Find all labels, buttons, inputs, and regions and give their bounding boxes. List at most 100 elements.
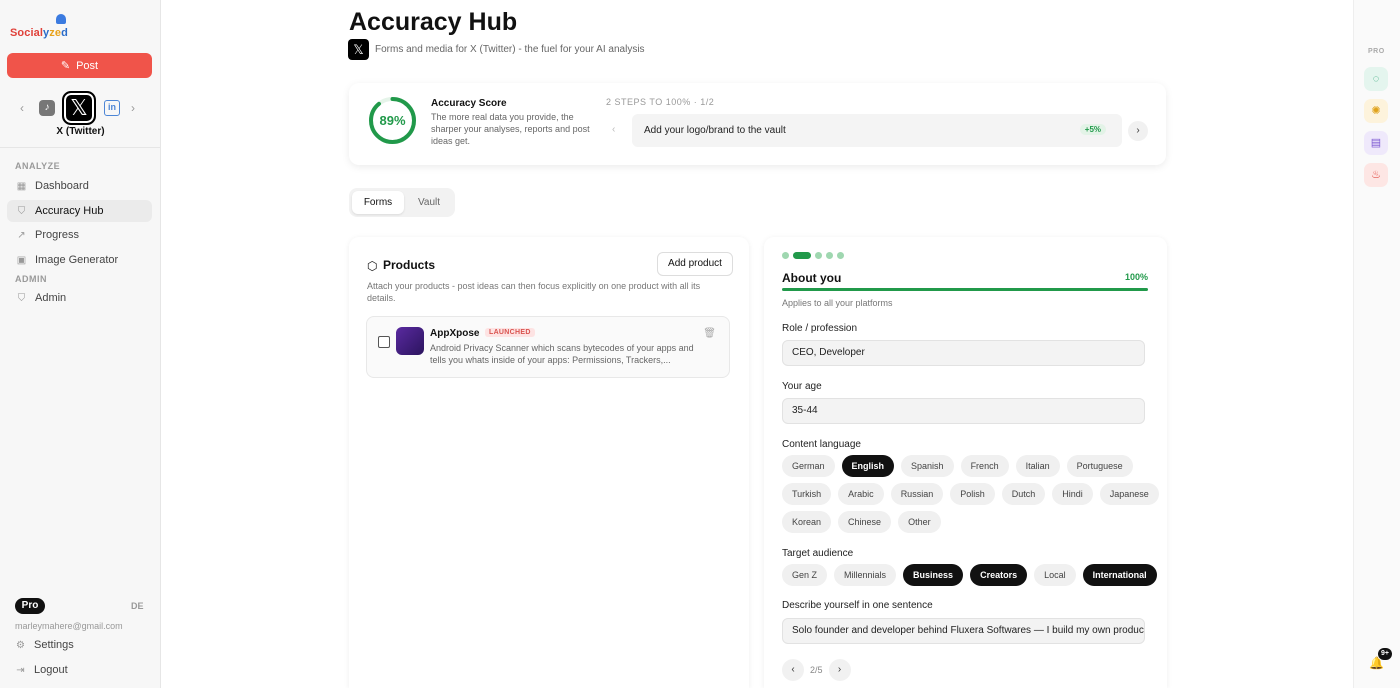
box-icon: ⬡ bbox=[367, 259, 378, 273]
step-dot[interactable] bbox=[782, 252, 789, 259]
role-label: Role / profession bbox=[782, 323, 858, 334]
settings-link[interactable]: ⚙ Settings bbox=[15, 639, 74, 651]
language-chip[interactable]: English bbox=[841, 455, 895, 477]
logout-icon: ⇥ bbox=[16, 664, 25, 676]
x-twitter-icon[interactable]: 𝕏 bbox=[62, 91, 96, 125]
step-dot[interactable] bbox=[837, 252, 844, 259]
age-label: Your age bbox=[782, 381, 822, 392]
language-chip[interactable]: Dutch bbox=[1001, 483, 1046, 505]
audience-chip[interactable]: Local bbox=[1034, 564, 1076, 586]
score-value: 89% bbox=[379, 113, 406, 128]
step-dot-active[interactable] bbox=[793, 252, 811, 259]
step-dot[interactable] bbox=[815, 252, 822, 259]
chat-icon[interactable]: ◌ bbox=[1364, 67, 1388, 91]
language-chip[interactable]: Portuguese bbox=[1066, 455, 1133, 477]
language-chip[interactable]: German bbox=[782, 455, 835, 477]
sidebar-item-label: Progress bbox=[35, 229, 80, 241]
tab-forms[interactable]: Forms bbox=[352, 191, 404, 214]
about-title: About you bbox=[782, 271, 842, 285]
product-description: Android Privacy Scanner which scans byte… bbox=[430, 343, 694, 365]
chevron-left-icon[interactable]: ‹ bbox=[612, 124, 615, 135]
sidebar-item-progress[interactable]: ↗ Progress bbox=[7, 224, 152, 246]
flame-icon[interactable]: ♨ bbox=[1364, 163, 1388, 187]
section-admin: ADMIN bbox=[15, 274, 47, 284]
age-select[interactable]: 35-44 bbox=[782, 398, 1145, 424]
logo[interactable]: Socialyzed bbox=[10, 14, 100, 42]
language-chip[interactable]: Turkish bbox=[782, 483, 832, 505]
pager-text: 2/5 bbox=[810, 665, 823, 675]
sidebar-item-label: Image Generator bbox=[35, 254, 119, 266]
shield-icon: ⛉ bbox=[17, 205, 26, 217]
settings-label: Settings bbox=[34, 639, 74, 651]
language-chip[interactable]: Spanish bbox=[901, 455, 954, 477]
chevron-right-icon[interactable]: › bbox=[131, 101, 135, 115]
product-checkbox[interactable] bbox=[378, 336, 390, 348]
audience-chip[interactable]: International bbox=[1082, 564, 1157, 586]
audience-chip[interactable]: Gen Z bbox=[782, 564, 828, 586]
products-description: Attach your products - post ideas can th… bbox=[367, 281, 701, 303]
logo-part-1: Social bbox=[10, 27, 44, 39]
plan-badge: Pro bbox=[15, 598, 45, 614]
product-item[interactable]: AppXpose LAUNCHED Android Privacy Scanne… bbox=[366, 316, 730, 378]
lightbulb-icon[interactable]: ✺ bbox=[1364, 99, 1388, 123]
chevron-right-icon[interactable]: › bbox=[828, 659, 851, 681]
tiktok-icon[interactable]: ♪ bbox=[39, 100, 55, 116]
audience-chip[interactable]: Creators bbox=[970, 564, 1028, 586]
page-subtitle: Forms and media for X (Twitter) - the fu… bbox=[375, 44, 645, 55]
status-badge: LAUNCHED bbox=[485, 328, 535, 337]
language-chip[interactable]: Hindi bbox=[1052, 483, 1093, 505]
products-title: Products bbox=[383, 258, 436, 272]
sidebar-item-admin[interactable]: ⛉ Admin bbox=[7, 287, 152, 309]
chevron-left-icon[interactable]: ‹ bbox=[782, 659, 804, 681]
post-button[interactable]: ✎ Post bbox=[7, 53, 152, 78]
language-chip[interactable]: Japanese bbox=[1099, 483, 1159, 505]
post-button-label: Post bbox=[76, 59, 99, 72]
tab-vault[interactable]: Vault bbox=[406, 191, 452, 214]
calendar-icon[interactable]: ▤ bbox=[1364, 131, 1388, 155]
user-email: marleymahere@gmail.com bbox=[15, 621, 123, 631]
page-title: Accuracy Hub bbox=[349, 8, 518, 36]
pencil-icon: ✎ bbox=[60, 60, 71, 72]
language-chip[interactable]: Italian bbox=[1015, 455, 1060, 477]
language-chip[interactable]: Arabic bbox=[838, 483, 884, 505]
language-chip[interactable]: Polish bbox=[950, 483, 995, 505]
step-boost-badge: +5% bbox=[1079, 124, 1106, 135]
products-card: ⬡ Products Add product Attach your produ… bbox=[349, 237, 749, 688]
language-chip[interactable]: Other bbox=[898, 511, 941, 533]
step-dot[interactable] bbox=[826, 252, 833, 259]
rail-pro-label: PRO bbox=[1368, 48, 1385, 55]
applies-note: Applies to all your platforms bbox=[782, 298, 893, 308]
image-icon: ▣ bbox=[16, 254, 27, 266]
sentence-input[interactable]: Solo founder and developer behind Fluxer… bbox=[782, 618, 1145, 644]
logout-label: Logout bbox=[34, 664, 68, 676]
sidebar-item-image-generator[interactable]: ▣ Image Generator bbox=[7, 249, 152, 271]
section-analyze: ANALYZE bbox=[15, 161, 61, 171]
accuracy-score-card: 89% Accuracy Score The more real data yo… bbox=[349, 83, 1166, 165]
score-description: The more real data you provide, the shar… bbox=[431, 112, 590, 146]
language-toggle[interactable]: DE bbox=[131, 601, 144, 611]
form-pager: ‹ 2/5 › bbox=[782, 659, 851, 681]
logo-part-3: ze bbox=[49, 27, 62, 39]
audience-chip[interactable]: Millennials bbox=[834, 564, 897, 586]
audience-chip[interactable]: Business bbox=[903, 564, 964, 586]
add-product-button[interactable]: Add product bbox=[657, 252, 733, 276]
next-step-item[interactable]: Add your logo/brand to the vault +5% bbox=[632, 114, 1122, 147]
logo-text: Socialyzed bbox=[10, 27, 68, 39]
gear-icon: ⚙ bbox=[16, 639, 25, 651]
trash-icon[interactable]: 🗑 bbox=[703, 328, 716, 339]
linkedin-icon[interactable]: in bbox=[104, 100, 120, 116]
chevron-left-icon[interactable]: ‹ bbox=[20, 101, 24, 115]
logout-link[interactable]: ⇥ Logout bbox=[15, 664, 68, 676]
app-icon bbox=[396, 327, 424, 355]
language-chips: German English Spanish French Italian Portugu… bbox=[782, 455, 1162, 533]
language-chip[interactable]: Chinese bbox=[838, 511, 892, 533]
audience-chips: Gen Z Millennials Business Creators Local Int… bbox=[782, 564, 1162, 586]
role-input[interactable]: CEO, Developer bbox=[782, 340, 1145, 366]
language-chip[interactable]: Russian bbox=[890, 483, 944, 505]
chevron-right-icon[interactable]: › bbox=[1128, 121, 1148, 141]
language-chip[interactable]: French bbox=[960, 455, 1009, 477]
logo-mark-icon bbox=[56, 14, 66, 24]
sidebar-item-dashboard[interactable]: ▦ Dashboard bbox=[7, 175, 152, 197]
language-chip[interactable]: Korean bbox=[782, 511, 832, 533]
sidebar-item-accuracy-hub[interactable]: ⛉ Accuracy Hub bbox=[7, 200, 152, 222]
